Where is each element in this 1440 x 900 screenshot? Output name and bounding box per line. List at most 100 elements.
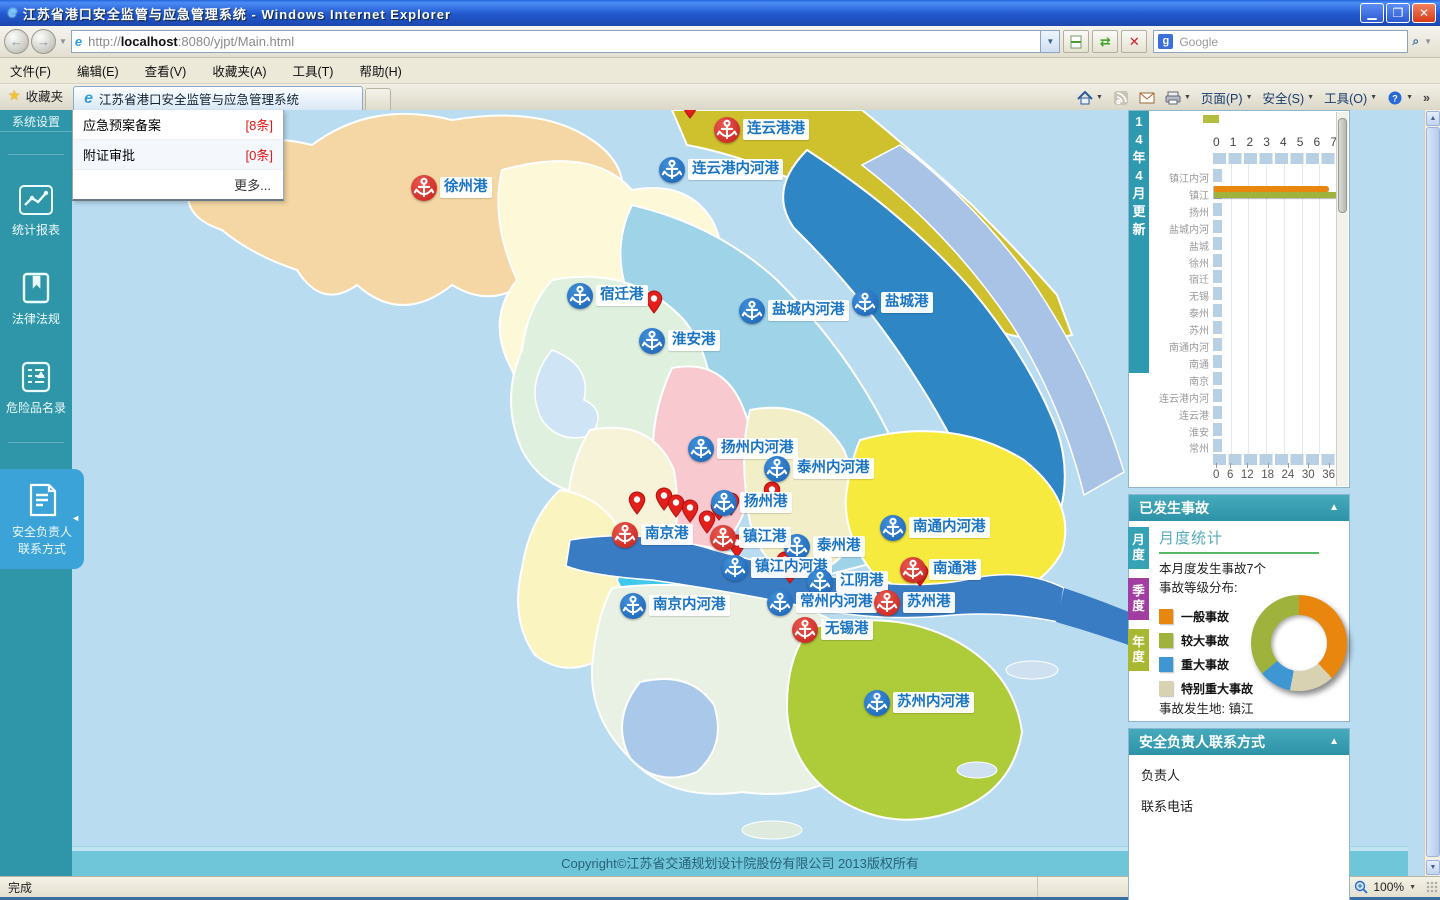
title-bar: e 江苏省港口安全监管与应急管理系统 - Windows Internet Ex… bbox=[0, 0, 1440, 26]
chart-category-label: 泰州 bbox=[1153, 305, 1209, 320]
anchor-icon bbox=[612, 522, 638, 548]
chart-category-label: 镇江 bbox=[1153, 187, 1209, 202]
menu-help[interactable]: 帮助(H) bbox=[359, 61, 401, 80]
legend-swatch bbox=[1159, 681, 1173, 696]
period-tab-inactive[interactable]: 年度 bbox=[1128, 629, 1149, 671]
accidents-panel-header[interactable]: 已发生事故 ▲ bbox=[1129, 495, 1349, 521]
collapse-up-icon[interactable]: ▲ bbox=[1329, 495, 1339, 521]
feeds-button[interactable] bbox=[1113, 91, 1129, 105]
sidebar-item-statistics[interactable]: 统计报表 bbox=[0, 181, 72, 242]
chart-category-label: 盐城 bbox=[1153, 238, 1209, 253]
favorites-button[interactable]: ★ 收藏夹 bbox=[0, 82, 73, 110]
incident-pin-icon[interactable] bbox=[628, 491, 646, 515]
top-axis-tick: 0 bbox=[1213, 135, 1220, 149]
incident-pin-icon[interactable] bbox=[681, 110, 699, 119]
scrollbar-thumb[interactable] bbox=[1426, 127, 1440, 857]
address-input[interactable]: e http://localhost:8080/yjpt/Main.html bbox=[71, 30, 1041, 53]
flyout-label: 应急预案备案 bbox=[83, 115, 161, 134]
zero-bar-stub bbox=[1213, 287, 1222, 300]
port-label: 徐州港 bbox=[440, 177, 492, 198]
chart-category-label: 常州 bbox=[1153, 440, 1209, 455]
scroll-up-button[interactable]: ▲ bbox=[1426, 111, 1440, 126]
help-icon: ? bbox=[1387, 91, 1403, 105]
resize-grip bbox=[1426, 881, 1438, 893]
book-icon bbox=[21, 272, 51, 304]
anchor-icon bbox=[874, 590, 900, 616]
collapse-up-icon[interactable]: ▲ bbox=[1329, 729, 1339, 755]
contacts-panel-header[interactable]: 安全负责人联系方式 ▲ bbox=[1129, 729, 1349, 755]
menu-edit[interactable]: 编辑(E) bbox=[77, 61, 119, 80]
chart-category-label: 南通 bbox=[1153, 356, 1209, 371]
page-scrollbar[interactable]: ▲ ▼ bbox=[1424, 110, 1440, 876]
forward-button[interactable]: → bbox=[31, 29, 56, 54]
address-dropdown-button[interactable]: ▼ bbox=[1041, 30, 1060, 53]
period-tab-active[interactable]: 月度 bbox=[1128, 527, 1149, 569]
search-box[interactable]: g Google bbox=[1153, 30, 1408, 53]
chart-row: 常州 bbox=[1153, 437, 1337, 454]
menu-view[interactable]: 查看(V) bbox=[145, 61, 187, 80]
collapse-arrow-icon[interactable]: ◄ bbox=[71, 513, 80, 523]
legend-swatch bbox=[1159, 609, 1173, 624]
chart-scrollbar[interactable] bbox=[1336, 112, 1348, 486]
zoom-magnifier-icon bbox=[1354, 880, 1368, 894]
legend-swatch bbox=[1159, 633, 1173, 648]
zero-bar-stub bbox=[1213, 355, 1222, 368]
zero-bar-stub bbox=[1213, 254, 1222, 267]
refresh-button[interactable]: ⇄ bbox=[1092, 30, 1118, 53]
anchor-icon bbox=[411, 175, 437, 201]
incident-pin-icon[interactable] bbox=[645, 290, 663, 314]
menu-favorites[interactable]: 收藏夹(A) bbox=[212, 61, 266, 80]
scroll-down-button[interactable]: ▼ bbox=[1426, 860, 1440, 875]
tab-bar: ★ 收藏夹 e 江苏省港口安全监管与应急管理系统 ▼ ▼ 页面(P)▼ 安全(S… bbox=[0, 84, 1440, 110]
port-label: 扬州内河港 bbox=[717, 438, 798, 459]
bottom-axis-tick: 36 bbox=[1322, 469, 1335, 481]
flyout-item-emergency-plan[interactable]: 应急预案备案 [8条] bbox=[73, 110, 283, 140]
legend-label: 重大事故 bbox=[1181, 656, 1229, 673]
stop-button[interactable]: ✕ bbox=[1121, 30, 1147, 53]
incident-pin-icon[interactable] bbox=[681, 499, 699, 523]
new-tab-stub[interactable] bbox=[365, 88, 391, 110]
tab-active[interactable]: e 江苏省港口安全监管与应急管理系统 bbox=[73, 86, 363, 110]
window-title: 江苏省港口安全监管与应急管理系统 - Windows Internet Expl… bbox=[23, 4, 1360, 23]
tab-title: 江苏省港口安全监管与应急管理系统 bbox=[99, 89, 299, 108]
help-button[interactable]: ? ▼ bbox=[1387, 91, 1413, 105]
restore-button[interactable]: ❐ bbox=[1386, 3, 1410, 23]
chart-scrollbar-thumb[interactable] bbox=[1338, 118, 1347, 213]
sidebar-item-dangerous-goods[interactable]: 危险品名录 bbox=[0, 357, 72, 420]
legend-label: 特别重大事故 bbox=[1181, 680, 1253, 697]
safety-menu-button[interactable]: 安全(S)▼ bbox=[1263, 88, 1315, 107]
menu-tools[interactable]: 工具(T) bbox=[292, 61, 333, 80]
anchor-icon bbox=[659, 157, 685, 183]
home-button[interactable]: ▼ bbox=[1077, 91, 1103, 105]
search-button[interactable]: ⌕ bbox=[1408, 34, 1423, 49]
print-button[interactable]: ▼ bbox=[1165, 91, 1191, 105]
menu-file[interactable]: 文件(F) bbox=[10, 61, 51, 80]
compatibility-view-button[interactable] bbox=[1063, 30, 1089, 53]
sidebar-divider bbox=[8, 442, 64, 443]
anchor-icon bbox=[688, 436, 714, 462]
page-menu-button[interactable]: 页面(P)▼ bbox=[1201, 88, 1253, 107]
overflow-chevron-icon[interactable]: » bbox=[1423, 91, 1430, 105]
chart-bottom-axis: 061218243036 bbox=[1213, 469, 1335, 481]
page-content: Copyright©江苏省交通规划设计院股份有限公司 2013版权所有 连云港内… bbox=[0, 110, 1440, 876]
mail-button[interactable] bbox=[1139, 91, 1155, 105]
tools-menu-button[interactable]: 工具(O)▼ bbox=[1324, 88, 1377, 107]
history-dropdown-icon[interactable]: ▼ bbox=[59, 37, 67, 46]
sidebar-item-safety-contacts[interactable]: 安全负责人 联系方式 ◄ bbox=[0, 469, 84, 569]
anchor-icon bbox=[852, 290, 878, 316]
back-button[interactable]: ← bbox=[4, 29, 29, 54]
anchor-icon bbox=[714, 117, 740, 143]
printer-icon bbox=[1165, 91, 1181, 105]
flyout-item-certificate-approval[interactable]: 附证审批 [0条] bbox=[73, 140, 283, 170]
period-tab-inactive[interactable]: 季度 bbox=[1128, 578, 1149, 620]
accidents-count-text: 本月度发生事故7个 bbox=[1159, 560, 1341, 579]
minimize-button[interactable]: ▁ bbox=[1360, 3, 1384, 23]
close-button[interactable]: ✕ bbox=[1412, 3, 1436, 23]
search-options-dropdown-icon[interactable]: ▼ bbox=[1424, 37, 1432, 46]
zoom-control[interactable]: 100% ▼ bbox=[1343, 877, 1426, 897]
sidebar-item-system-settings[interactable]: 系统设置 bbox=[0, 110, 72, 132]
zoom-level: 100% bbox=[1373, 880, 1404, 894]
anchor-icon bbox=[764, 456, 790, 482]
flyout-more-link[interactable]: 更多... bbox=[73, 170, 283, 199]
sidebar-item-laws[interactable]: 法律法规 bbox=[0, 268, 72, 331]
